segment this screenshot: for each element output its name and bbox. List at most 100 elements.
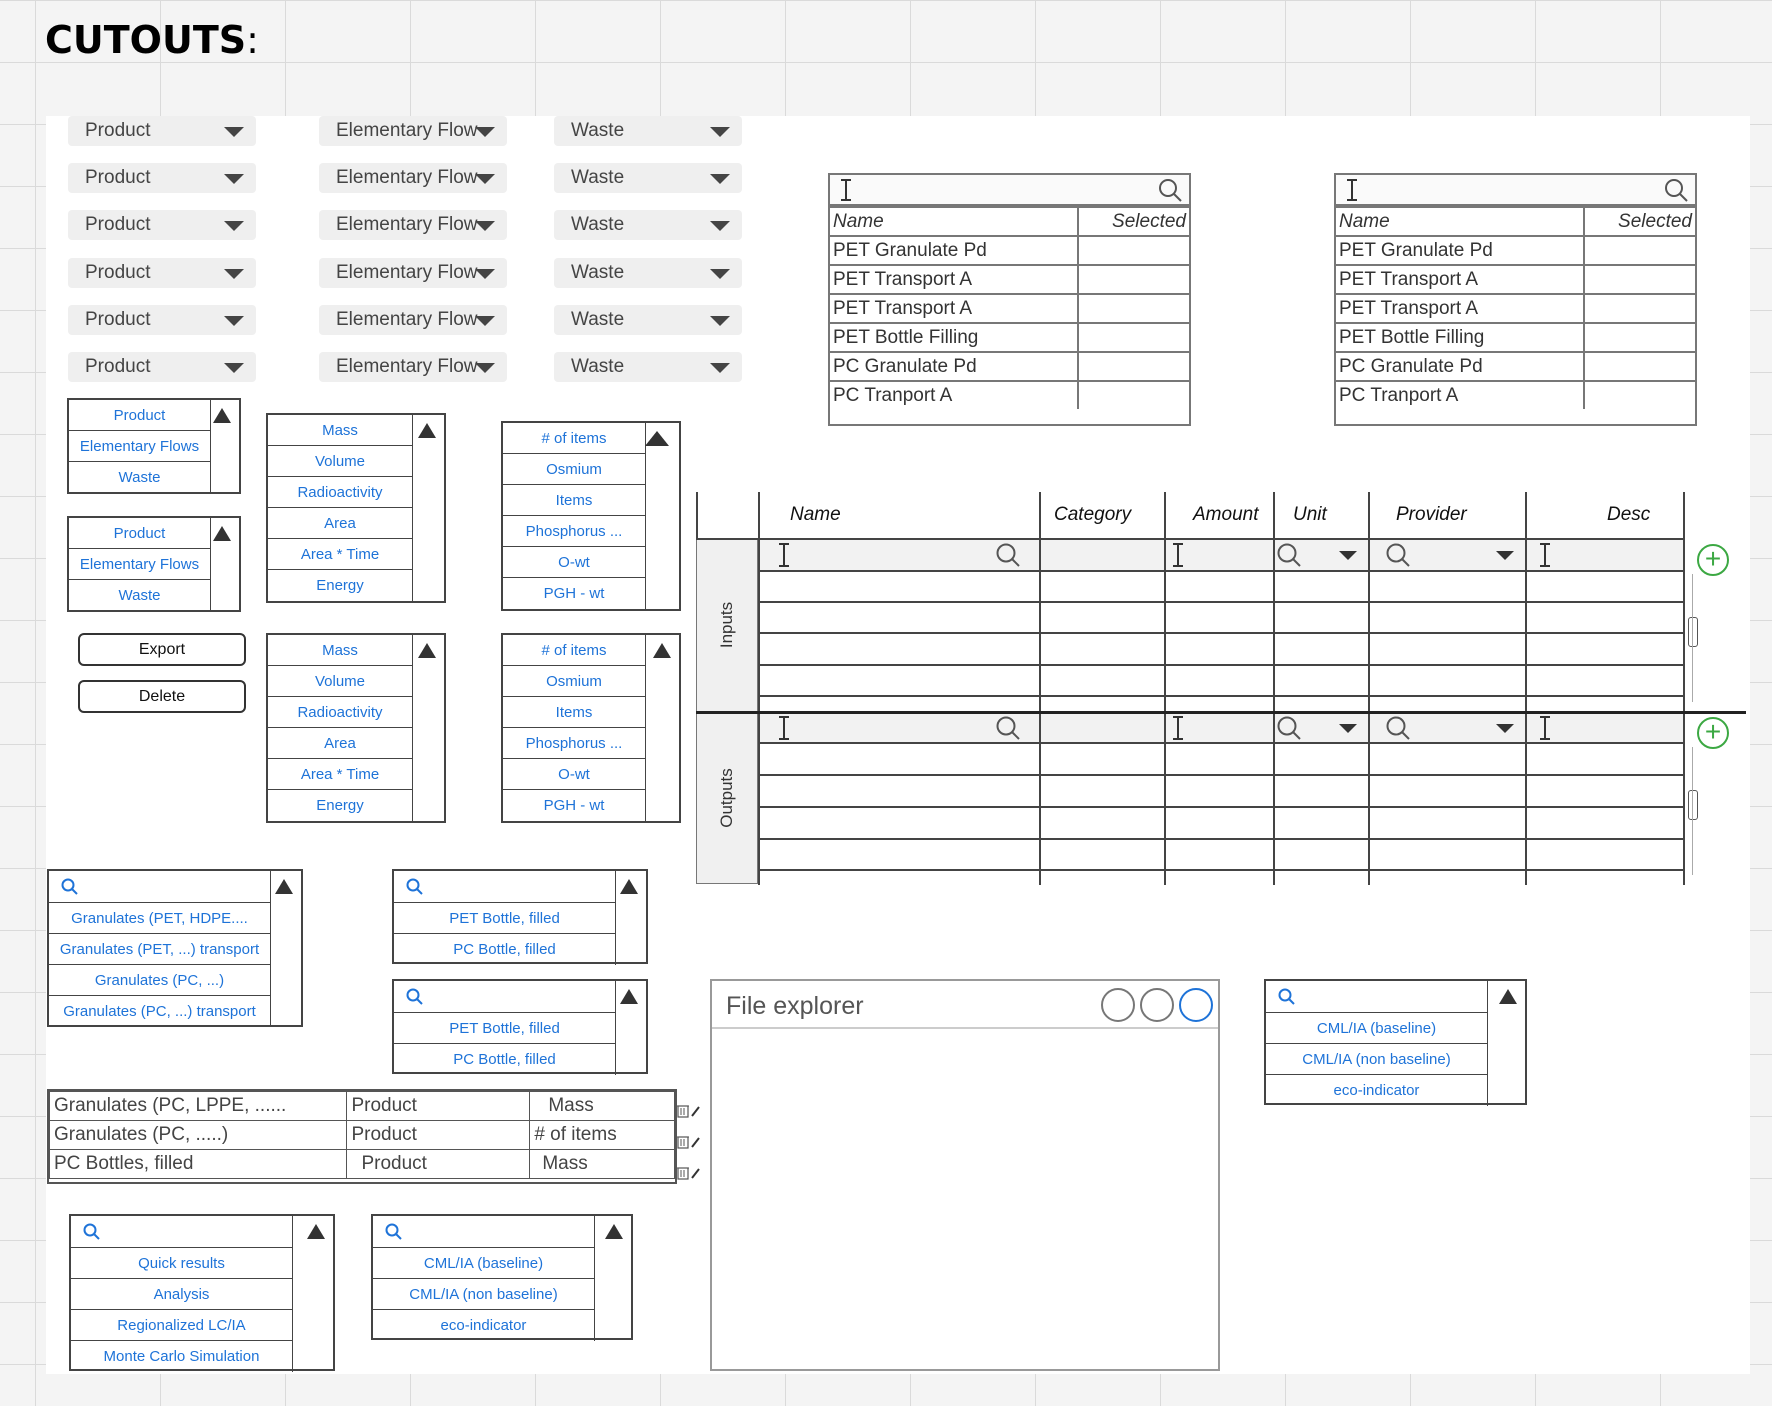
delete-button[interactable]: Delete — [78, 680, 246, 713]
scrollbar-track[interactable] — [1692, 574, 1693, 702]
list-item[interactable]: CML/IA (baseline) — [373, 1248, 595, 1279]
list-search[interactable] — [71, 1216, 293, 1248]
list-item[interactable]: Product — [69, 518, 211, 549]
delete-edit-icon[interactable] — [677, 1103, 705, 1119]
scroll-up-icon[interactable] — [275, 879, 293, 894]
list-item[interactable]: PGH - wt — [503, 578, 646, 609]
table-row[interactable]: PET Granulate Pd — [1336, 235, 1695, 266]
selection-table-1[interactable]: Name Selected PET Granulate Pd PET Transp… — [828, 173, 1191, 426]
method-list-1[interactable]: CML/IA (baseline) CML/IA (non baseline) … — [371, 1214, 633, 1341]
chevron-down-icon[interactable] — [1492, 541, 1520, 569]
cell-selected[interactable] — [1583, 380, 1695, 409]
chevron-down-icon[interactable] — [1335, 714, 1363, 742]
table-row[interactable]: PET Bottle Filling — [1336, 322, 1695, 353]
elementary-flow-dropdown[interactable]: Elementary Flow — [319, 352, 507, 382]
search-icon[interactable] — [1275, 541, 1303, 569]
scroll-up-icon[interactable] — [620, 989, 638, 1004]
list-item[interactable]: Granulates (PET, ...) transport — [49, 934, 271, 965]
list-item[interactable]: PC Bottle, filled — [394, 934, 616, 965]
search-icon[interactable] — [1275, 714, 1303, 742]
list-item[interactable]: Radioactivity — [268, 697, 413, 728]
scroll-up-icon[interactable] — [213, 408, 231, 423]
cell-selected[interactable] — [1077, 380, 1189, 409]
chevron-down-icon[interactable] — [1492, 714, 1520, 742]
scrollbar-thumb[interactable] — [1688, 617, 1698, 647]
list-item[interactable]: Osmium — [503, 666, 646, 697]
list-item[interactable]: Waste — [69, 580, 211, 611]
cell-selected[interactable] — [1583, 293, 1695, 324]
list-item[interactable]: Granulates (PC, ...) transport — [49, 996, 271, 1027]
table-row[interactable]: PET Transport A — [1336, 264, 1695, 295]
unit-list-mass-1[interactable]: Mass Volume Radioactivity Area Area * Ti… — [266, 413, 446, 603]
waste-dropdown[interactable]: Waste — [554, 116, 742, 146]
selection-table-2[interactable]: Name Selected PET Granulate Pd PET Transp… — [1334, 173, 1697, 426]
window-control-icon[interactable] — [1140, 988, 1174, 1022]
bottles-list-1[interactable]: PET Bottle, filled PC Bottle, filled — [392, 869, 648, 965]
list-item[interactable]: Mass — [268, 635, 413, 666]
selection-search-bar[interactable] — [1336, 175, 1695, 206]
waste-dropdown[interactable]: Waste — [554, 163, 742, 194]
search-icon[interactable] — [1663, 178, 1689, 202]
list-item[interactable]: Mass — [268, 415, 413, 446]
list-item[interactable]: Analysis — [71, 1279, 293, 1310]
search-icon[interactable] — [1384, 541, 1412, 569]
table-row[interactable]: PC Bottles, filled Product Mass — [48, 1149, 675, 1179]
list-item[interactable]: Granulates (PC, ...) — [49, 965, 271, 996]
search-icon[interactable] — [994, 714, 1022, 742]
list-search[interactable] — [1266, 981, 1488, 1013]
product-dropdown[interactable]: Product — [68, 304, 256, 335]
table-row[interactable]: PC Granulate Pd — [1336, 351, 1695, 382]
table-row[interactable]: PC Granulate Pd — [830, 351, 1189, 382]
elementary-flow-dropdown[interactable]: Elementary Flow — [319, 304, 507, 335]
list-item[interactable]: Waste — [69, 462, 211, 493]
table-row[interactable]: Granulates (PC, LPPE, ...... Product Mass — [48, 1091, 675, 1121]
waste-dropdown[interactable]: Waste — [554, 304, 742, 335]
cell-selected[interactable] — [1583, 351, 1695, 382]
bottles-list-2[interactable]: PET Bottle, filled PC Bottle, filled — [392, 979, 648, 1075]
product-dropdown[interactable]: Product — [68, 210, 256, 241]
delete-edit-icon[interactable] — [677, 1165, 705, 1181]
cell-selected[interactable] — [1077, 322, 1189, 353]
window-control-icon[interactable] — [1179, 988, 1213, 1022]
list-item[interactable]: Volume — [268, 446, 413, 477]
product-dropdown[interactable]: Product — [68, 352, 256, 382]
table-row[interactable]: PET Transport A — [1336, 293, 1695, 324]
delete-edit-icon[interactable] — [677, 1134, 705, 1150]
product-dropdown[interactable]: Product — [68, 257, 256, 288]
elementary-flow-dropdown[interactable]: Elementary Flow — [319, 257, 507, 288]
search-icon[interactable] — [994, 541, 1022, 569]
type-list-1[interactable]: Product Elementary Flows Waste — [67, 398, 241, 494]
list-item[interactable]: PC Bottle, filled — [394, 1044, 616, 1075]
list-item[interactable]: PET Bottle, filled — [394, 903, 616, 934]
list-item[interactable]: Volume — [268, 666, 413, 697]
list-item[interactable]: Area — [268, 728, 413, 759]
list-item[interactable]: eco-indicator — [1266, 1075, 1488, 1106]
waste-dropdown[interactable]: Waste — [554, 352, 742, 382]
table-row[interactable]: Granulates (PC, .....) Product # of items — [48, 1120, 675, 1150]
add-row-button[interactable]: + — [1697, 544, 1729, 576]
scroll-up-icon[interactable] — [645, 431, 669, 446]
list-item[interactable]: Granulates (PET, HDPE.... — [49, 903, 271, 934]
elementary-flow-dropdown[interactable]: Elementary Flow — [319, 163, 507, 194]
scroll-up-icon[interactable] — [213, 526, 231, 541]
cell-selected[interactable] — [1077, 264, 1189, 295]
method-list-2[interactable]: CML/IA (baseline) CML/IA (non baseline) … — [1264, 979, 1527, 1106]
product-dropdown[interactable]: Product — [68, 116, 256, 146]
list-item[interactable]: CML/IA (baseline) — [1266, 1013, 1488, 1044]
elementary-flow-dropdown[interactable]: Elementary Flow — [319, 210, 507, 241]
table-row[interactable]: PET Transport A — [830, 293, 1189, 324]
list-item[interactable]: # of items — [503, 635, 646, 666]
cell-selected[interactable] — [1583, 235, 1695, 266]
table-row[interactable]: PC Tranport A — [830, 380, 1189, 409]
unit-list-items-1[interactable]: # of items Osmium Items Phosphorus ... O… — [501, 421, 681, 611]
list-item[interactable]: Phosphorus ... — [503, 516, 646, 547]
list-item[interactable]: # of items — [503, 423, 646, 454]
list-search[interactable] — [394, 871, 616, 903]
waste-dropdown[interactable]: Waste — [554, 210, 742, 241]
list-item[interactable]: Phosphorus ... — [503, 728, 646, 759]
search-icon[interactable] — [1157, 178, 1183, 202]
scroll-up-icon[interactable] — [605, 1224, 623, 1239]
type-list-2[interactable]: Product Elementary Flows Waste — [67, 516, 241, 612]
waste-dropdown[interactable]: Waste — [554, 257, 742, 288]
list-item[interactable]: Items — [503, 485, 646, 516]
